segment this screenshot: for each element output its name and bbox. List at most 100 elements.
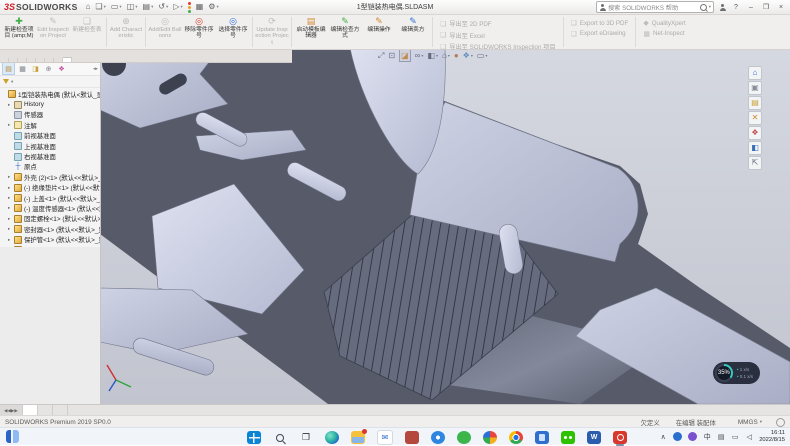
remove-balloons-button[interactable]: ◎ 移除零件序号 — [182, 15, 216, 49]
save-button[interactable]: ◫▾ — [127, 2, 138, 12]
tree-item[interactable]: 上视基准面 — [0, 141, 100, 151]
print-button[interactable]: ▤▾ — [143, 2, 154, 12]
export-3d-pdf-button[interactable]: ❏Export to 3D PDF — [571, 19, 629, 27]
login-icon[interactable] — [719, 4, 726, 11]
word-app-icon[interactable]: W — [587, 431, 601, 444]
select-button[interactable]: ▷▾ — [173, 2, 182, 12]
export-excel-button[interactable]: ❏导出至 Excel — [440, 31, 556, 40]
search-input[interactable]: 搜索 SOLIDWORKS 帮助 ▾ — [596, 1, 714, 13]
tree-item[interactable]: ▸ 保护管<1> (默认<<默认>_显示状态 — [0, 234, 100, 244]
taskbar-clock[interactable]: 16:112022/8/15 — [759, 430, 785, 443]
start-button[interactable] — [247, 431, 261, 444]
tree-item[interactable]: ▸ History — [0, 99, 100, 109]
tree-item[interactable]: 原点 — [0, 162, 100, 172]
status-help-icon[interactable] — [776, 418, 785, 427]
propertymanager-tab-icon[interactable]: ▦ — [17, 63, 28, 74]
share-folder-icon[interactable]: ⇱ — [748, 156, 762, 170]
tray-pin-icon[interactable] — [688, 432, 697, 441]
restore-button[interactable]: ❐ — [761, 3, 771, 11]
options-button[interactable]: ⚙▾ — [208, 2, 218, 12]
view-settings-icon[interactable]: ▭▾ — [477, 50, 488, 61]
tab-assembly[interactable] — [0, 58, 9, 63]
search-button[interactable] — [273, 431, 287, 444]
tray-chevron-up-icon[interactable]: ∧ — [659, 433, 667, 441]
launch-template-editor-button[interactable]: ▤ 启动模板编辑器 — [294, 15, 328, 49]
edge-icon[interactable] — [325, 431, 339, 444]
color-wheel-icon[interactable]: ❖ — [748, 126, 762, 140]
tray-ime-mode-icon[interactable]: ▤ — [717, 433, 725, 441]
tree-item[interactable]: ▸ (-) 温度传感器<1> (默认<<默认>_显 — [0, 203, 100, 213]
tree-item[interactable]: 右视基准面 — [0, 151, 100, 161]
view-orientation-icon[interactable]: ⌂▾ — [442, 50, 450, 61]
add-edit-balloons-button[interactable]: ◎ Add/Edit Balloons — [148, 15, 182, 49]
graphics-area[interactable]: ⤢⊡◪∞▾◧▾⌂▾●❖▾▭▾ ⌂▣▤✕❖◧⇱ 35% • 1 x/s • 0.1… — [100, 48, 790, 404]
search-icon[interactable] — [700, 4, 707, 11]
section-view-icon[interactable]: ◪ — [399, 49, 411, 62]
export-inspection-project-button[interactable]: ❏导出至 SOLIDWORKS Inspection 项目 — [440, 42, 556, 51]
tree-item[interactable]: ▸ (-) 上盖<1> (默认<<默认>_显示状态 — [0, 193, 100, 203]
displaymanager-tab-icon[interactable]: ❖ — [56, 63, 67, 74]
tab-addins[interactable] — [36, 58, 45, 63]
open-button[interactable]: ▭▾ — [111, 2, 122, 12]
wechat-icon[interactable] — [561, 431, 575, 444]
new-inspection-sheet-button[interactable]: ❏ 新建检查表 — [70, 15, 104, 49]
panel-tab-overflow-icon[interactable]: ◂▸ — [93, 66, 98, 72]
file-explorer-icon[interactable] — [351, 431, 365, 444]
home-icon[interactable]: ⌂ — [748, 66, 762, 80]
zoom-fit-icon[interactable]: ⤢ — [378, 50, 384, 61]
tree-item[interactable]: 前视基准面 — [0, 131, 100, 141]
tree-item[interactable]: ▸ 固定螺栓<1> (默认<<默认>_显示状 — [0, 214, 100, 224]
chrome-icon[interactable] — [509, 431, 523, 444]
home-button[interactable]: ⌂ — [86, 2, 91, 12]
qualityxpert-button[interactable]: ◆QualityXpert — [643, 19, 685, 27]
hide-show-items-icon[interactable]: ∞▾ — [415, 50, 424, 61]
update-inspection-project-button[interactable]: ⟳ Update Inspection Project — [255, 15, 289, 49]
file-properties-button[interactable]: ▦ — [196, 2, 204, 12]
tray-volume-icon[interactable]: ◁ — [745, 433, 753, 441]
tray-ime-zh[interactable]: 中 — [703, 432, 711, 442]
tree-item[interactable]: ▸ (-) 绝缘垫片<1> (默认<<默认>_显示 — [0, 183, 100, 193]
device-app-icon[interactable] — [535, 431, 549, 444]
mail-icon[interactable]: ✉ — [377, 430, 393, 445]
solidworks-taskbar-icon[interactable] — [613, 431, 627, 444]
configurationmanager-tab-icon[interactable]: ◨ — [30, 63, 41, 74]
tab-evaluate[interactable] — [27, 58, 36, 63]
apply-scene-icon[interactable]: ❖▾ — [463, 50, 473, 61]
tab-inspection[interactable] — [63, 57, 72, 63]
widgets-button[interactable] — [6, 430, 19, 443]
tray-display-icon[interactable]: ▭ — [731, 433, 739, 441]
tab-layout[interactable] — [9, 58, 18, 63]
export-edrawing-button[interactable]: ❏Export eDrawing — [571, 30, 629, 38]
close-button[interactable]: × — [776, 4, 786, 11]
app-green-circle-icon[interactable] — [457, 431, 471, 444]
zoom-area-icon[interactable]: ⊡ — [388, 50, 395, 61]
tree-item[interactable]: ▸ 密封器<1> (默认<<默认>_显示状态 — [0, 224, 100, 234]
model-3d-cross-section[interactable] — [100, 48, 790, 404]
tab-mbd[interactable] — [45, 58, 54, 63]
undo-button[interactable]: ↺▾ — [158, 2, 168, 12]
app-blue-circle-icon[interactable] — [431, 431, 445, 444]
export-2d-pdf-button[interactable]: ❏导出至 2D PDF — [440, 19, 556, 28]
tab-cam[interactable] — [54, 58, 63, 63]
color-wheel-app-icon[interactable] — [483, 431, 497, 444]
net-inspect-button[interactable]: ▦Net-Inspect — [643, 30, 685, 38]
tree-filter-bar[interactable]: ▾ — [0, 76, 100, 88]
display-style-icon[interactable]: ◧▾ — [427, 50, 438, 61]
folder-icon[interactable]: ▤ — [748, 96, 762, 110]
app-red-icon[interactable] — [405, 431, 419, 444]
filter-caret-icon[interactable]: ▾ — [11, 79, 13, 85]
add-characteristic-button[interactable]: ⊕ Add Characteristic — [109, 15, 143, 49]
dimxpertmanager-tab-icon[interactable]: ⊕ — [43, 63, 54, 74]
tree-root-assembly[interactable]: 1型铠装热电偶 (默认<默认_显示状态-1> — [0, 89, 100, 99]
new-inspection-project-button[interactable]: ✚ 新建检查项目 (amp;M) — [2, 15, 36, 49]
box-icon[interactable]: ▣ — [748, 81, 762, 95]
edit-operations-button[interactable]: ✎ 编辑操作 — [362, 15, 396, 49]
edit-inspection-project-button[interactable]: ✎ Edit Inspection Project — [36, 15, 70, 49]
edit-appearance-icon[interactable]: ● — [454, 50, 459, 61]
display-pane-icon[interactable]: ◧ — [748, 141, 762, 155]
tree-item[interactable]: ▸ 外壳 (2)<1> (默认<<默认>_显示状态 — [0, 172, 100, 182]
tree-item[interactable]: ▸ 注解 — [0, 120, 100, 130]
tray-shield-icon[interactable] — [673, 432, 682, 441]
task-view-button[interactable]: ❐ — [299, 431, 313, 444]
help-button[interactable]: ? — [731, 4, 741, 11]
